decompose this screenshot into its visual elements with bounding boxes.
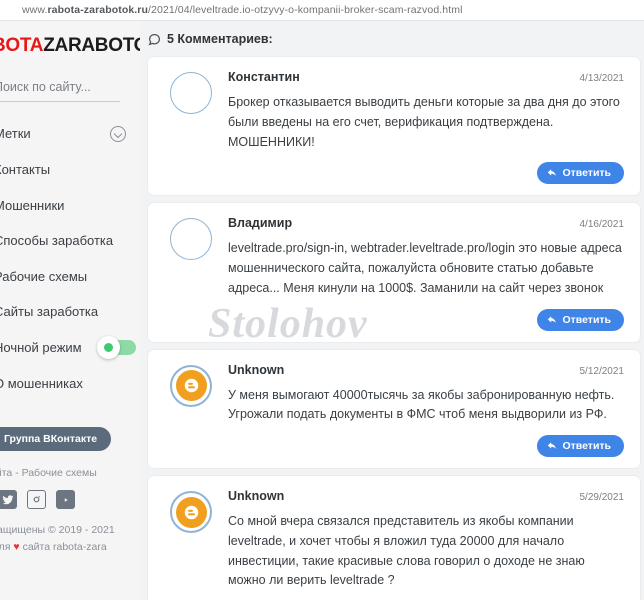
comment-card: Unknown 5/12/2021 У меня вымогают 40000т…	[148, 349, 640, 468]
comment-date: 4/13/2021	[579, 73, 625, 84]
comment-author: Unknown	[228, 489, 285, 503]
sidebar: BOTAZARABOTOK Метки Контакты Мошенники С…	[0, 21, 140, 600]
comment-meta: Unknown 5/29/2021	[228, 489, 624, 503]
avatar	[170, 72, 212, 114]
browser-url-bar[interactable]: www.rabota-zarabotok.ru/2021/04/leveltra…	[0, 0, 644, 21]
search-container	[0, 78, 140, 102]
comment-text: leveltrade.pro/sign-in, webtrader.levelt…	[228, 241, 622, 295]
comment-date: 5/29/2021	[579, 492, 625, 503]
comment-row: Константин 4/13/2021 Брокер отказывается…	[164, 70, 624, 152]
vk-group-button[interactable]: Группа ВКонтакте	[0, 427, 112, 452]
sidebar-item-moshenniki[interactable]: Мошенники	[0, 188, 140, 224]
comment-text: У меня вымогают 40000тысячь за якобы заб…	[228, 387, 615, 422]
reply-button[interactable]: Ответить	[537, 308, 624, 331]
comment-card: Unknown 5/29/2021 Со мной вчера связался…	[148, 476, 640, 600]
page-body: BOTAZARABOTOK Метки Контакты Мошенники С…	[0, 21, 644, 600]
sidebar-item-night-mode[interactable]: Ночной режим	[0, 330, 140, 366]
comment-date: 4/16/2021	[579, 219, 625, 231]
blogger-icon	[175, 496, 207, 528]
instagram-icon[interactable]	[27, 490, 46, 510]
night-mode-toggle[interactable]	[97, 336, 136, 360]
sidebar-item-label: Ночной режим	[0, 339, 82, 355]
reply-label: Ответить	[562, 167, 611, 180]
avatar	[170, 364, 212, 407]
comment-body: Константин 4/13/2021 Брокер отказывается…	[228, 70, 624, 152]
copyright-suffix: сайта rabota-zara	[19, 540, 107, 553]
sidebar-item-sayty-zarabotka[interactable]: Сайты заработка	[0, 294, 140, 330]
comment-meta: Владимир 4/16/2021	[228, 216, 624, 230]
copyright: ва защищены © 2019 - 2021 но для ♥ сайта…	[0, 522, 140, 556]
comment-body: Unknown 5/12/2021 У меня вымогают 40000т…	[228, 363, 624, 426]
comment-date: 5/12/2021	[579, 365, 625, 377]
reply-row: Ответить	[164, 162, 624, 185]
url-text: www.rabota-zarabotok.ru/2021/04/leveltra…	[22, 4, 463, 16]
sidebar-item-label: Мошенники	[0, 197, 65, 213]
reply-label: Ответить	[562, 440, 611, 452]
sidebar-item-label: Метки	[0, 126, 31, 142]
social-links	[0, 490, 140, 510]
comment-text: Со мной вчера связался представитель из …	[228, 514, 585, 588]
site-logo[interactable]: BOTAZARABOTOK	[0, 21, 140, 70]
copyright-line-2: но для ♥ сайта rabota-zara	[0, 539, 140, 556]
sidebar-item-label: О мошенниках	[0, 375, 83, 391]
comments-section: 5 Комментариев: Константин 4/13/2021 Бро…	[140, 21, 644, 600]
avatar	[170, 491, 212, 533]
sidebar-item-label: Рабочие схемы	[0, 268, 88, 284]
comment-body: Unknown 5/29/2021 Со мной вчера связался…	[228, 489, 624, 591]
toggle-knob	[97, 336, 120, 360]
reply-arrow-icon	[547, 315, 557, 325]
sidebar-item-rabochie-shemy[interactable]: Рабочие схемы	[0, 259, 140, 295]
youtube-icon[interactable]	[56, 490, 75, 510]
copyright-line-1: ва защищены © 2019 - 2021	[0, 524, 115, 537]
logo-part-1: BOTA	[0, 35, 44, 56]
comment-card: Константин 4/13/2021 Брокер отказывается…	[148, 57, 640, 196]
chevron-down-icon[interactable]	[110, 126, 126, 142]
comments-header: 5 Комментариев:	[145, 21, 644, 57]
sidebar-item-label: Контакты	[0, 162, 51, 177]
footer-tagline: айта - Рабочие схемы	[0, 467, 97, 480]
comment-text: Брокер отказывается выводить деньги кото…	[228, 95, 620, 149]
reply-arrow-icon	[547, 168, 557, 178]
search-input[interactable]	[0, 78, 120, 102]
comment-meta: Константин 4/13/2021	[228, 70, 624, 84]
url-domain: rabota-zarabotok.ru	[47, 4, 148, 16]
comment-author: Владимир	[228, 216, 293, 231]
comment-row: Владимир 4/16/2021 leveltrade.pro/sign-i…	[164, 216, 624, 298]
reply-button[interactable]: Ответить	[537, 162, 624, 185]
sidebar-item-label: Способы заработка	[0, 233, 114, 249]
comment-author: Константин	[228, 70, 300, 84]
avatar	[170, 218, 212, 261]
twitter-icon[interactable]	[0, 490, 17, 510]
reply-row: Ответить	[164, 435, 624, 457]
reply-label: Ответить	[562, 313, 611, 326]
comment-row: Unknown 5/12/2021 У меня вымогают 40000т…	[164, 363, 624, 426]
copyright-prefix: но для	[0, 540, 11, 553]
url-path: /2021/04/leveltrade.io-otzyvy-o-kompanii…	[148, 4, 463, 16]
sidebar-item-metki[interactable]: Метки	[0, 116, 140, 152]
comment-row: Unknown 5/29/2021 Со мной вчера связался…	[164, 489, 624, 591]
reply-row: Ответить	[164, 308, 624, 331]
blogger-icon	[175, 370, 207, 401]
sidebar-nav: Метки Контакты Мошенники Способы заработ…	[0, 116, 140, 401]
sidebar-item-sposoby-zarabotka[interactable]: Способы заработка	[0, 223, 140, 259]
comment-card: Владимир 4/16/2021 leveltrade.pro/sign-i…	[148, 203, 640, 347]
logo-part-2: ZARABOTOK	[43, 35, 140, 56]
reply-button[interactable]: Ответить	[537, 435, 624, 457]
comment-author: Unknown	[228, 362, 285, 377]
sidebar-item-o-moshennikah[interactable]: О мошенниках	[0, 366, 140, 402]
reply-arrow-icon	[547, 441, 557, 451]
comment-body: Владимир 4/16/2021 leveltrade.pro/sign-i…	[228, 216, 624, 298]
sidebar-item-label: Сайты заработка	[0, 304, 99, 320]
url-prefix: www.	[22, 4, 48, 16]
comments-header-text: 5 Комментариев:	[167, 32, 273, 46]
comment-meta: Unknown 5/12/2021	[228, 363, 624, 377]
sidebar-item-kontakty[interactable]: Контакты	[0, 152, 140, 188]
comment-bubble-icon	[148, 33, 161, 46]
